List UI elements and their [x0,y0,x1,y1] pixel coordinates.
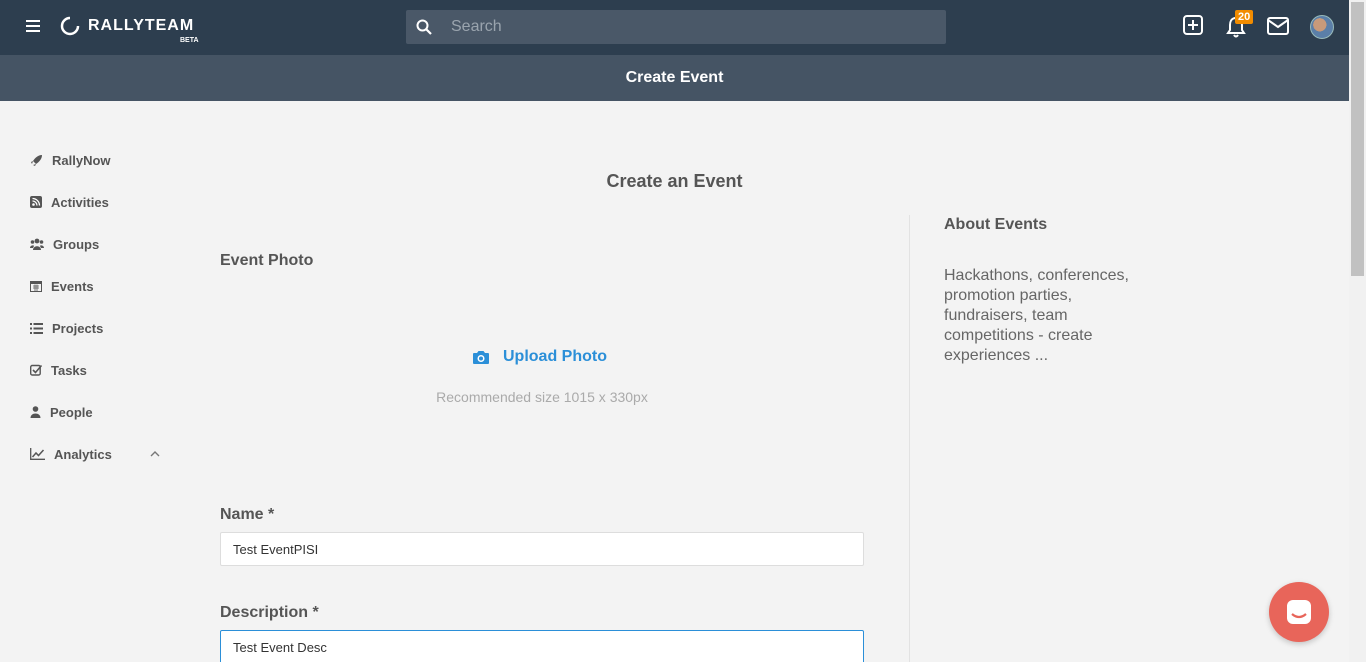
scrollbar-thumb[interactable] [1351,2,1364,276]
add-icon[interactable] [1183,15,1203,35]
chat-launcher-button[interactable] [1269,582,1329,642]
sidebar-item-label: Projects [52,320,104,336]
logo-ring-icon [60,16,80,36]
about-events-title: About Events [944,216,1048,233]
upload-photo-label: Upload Photo [503,348,607,365]
sidebar-item-activities[interactable]: Activities [30,192,109,212]
search-input[interactable] [442,10,942,44]
list-icon [30,322,43,334]
search-icon[interactable] [416,19,432,35]
search-bar [406,10,946,44]
sidebar-item-events[interactable]: Events [30,276,94,296]
sidebar-item-label: RallyNow [52,152,111,168]
description-field[interactable] [220,630,864,662]
notification-badge: 20 [1235,10,1254,24]
sidebar-item-label: Activities [51,194,109,210]
scrollbar[interactable] [1349,0,1366,662]
name-label: Name * [220,506,275,523]
chevron-up-icon[interactable] [150,450,160,457]
camera-icon [473,350,489,364]
logo[interactable]: RALLYTEAM [60,16,194,36]
sidebar-item-tasks[interactable]: Tasks [30,360,87,380]
recommended-size-hint: Recommended size 1015 x 330px [436,389,648,405]
checkbox-icon [30,364,42,376]
users-icon [30,238,44,250]
sidebar-item-analytics[interactable]: Analytics [30,444,165,464]
user-avatar[interactable] [1310,15,1334,39]
page-header-title: Create Event [625,69,724,86]
sidebar-item-label: Groups [53,236,100,252]
name-field[interactable] [220,532,864,566]
sidebar-item-rallynow[interactable]: RallyNow [30,150,111,170]
sidebar-item-label: People [50,404,93,420]
top-navbar: RALLYTEAM BETA 20 [0,0,1349,55]
rss-icon [30,196,42,208]
mail-icon[interactable] [1267,17,1289,35]
upload-photo-button[interactable]: Upload Photo [472,348,607,366]
beta-label: BETA [180,37,199,44]
sidebar-item-groups[interactable]: Groups [30,234,99,254]
sidebar-item-people[interactable]: People [30,402,93,422]
column-divider [909,215,910,662]
sidebar-item-label: Events [51,278,94,294]
event-photo-label: Event Photo [220,252,314,269]
calendar-icon [30,281,42,292]
hamburger-menu-icon[interactable] [26,20,40,34]
sidebar-item-label: Analytics [54,446,112,462]
about-events-text: Hackathons, conferences, promotion parti… [944,267,1129,364]
sidebar-item-label: Tasks [51,362,87,378]
chat-icon [1287,600,1311,624]
logo-text: RALLYTEAM [88,17,195,34]
user-icon [30,406,41,418]
description-label: Description * [220,604,319,621]
chart-icon [30,448,45,460]
page-header: Create Event [0,55,1349,101]
form-title: Create an Event [606,171,743,191]
rocket-icon [31,154,42,166]
sidebar-item-projects[interactable]: Projects [30,318,103,338]
